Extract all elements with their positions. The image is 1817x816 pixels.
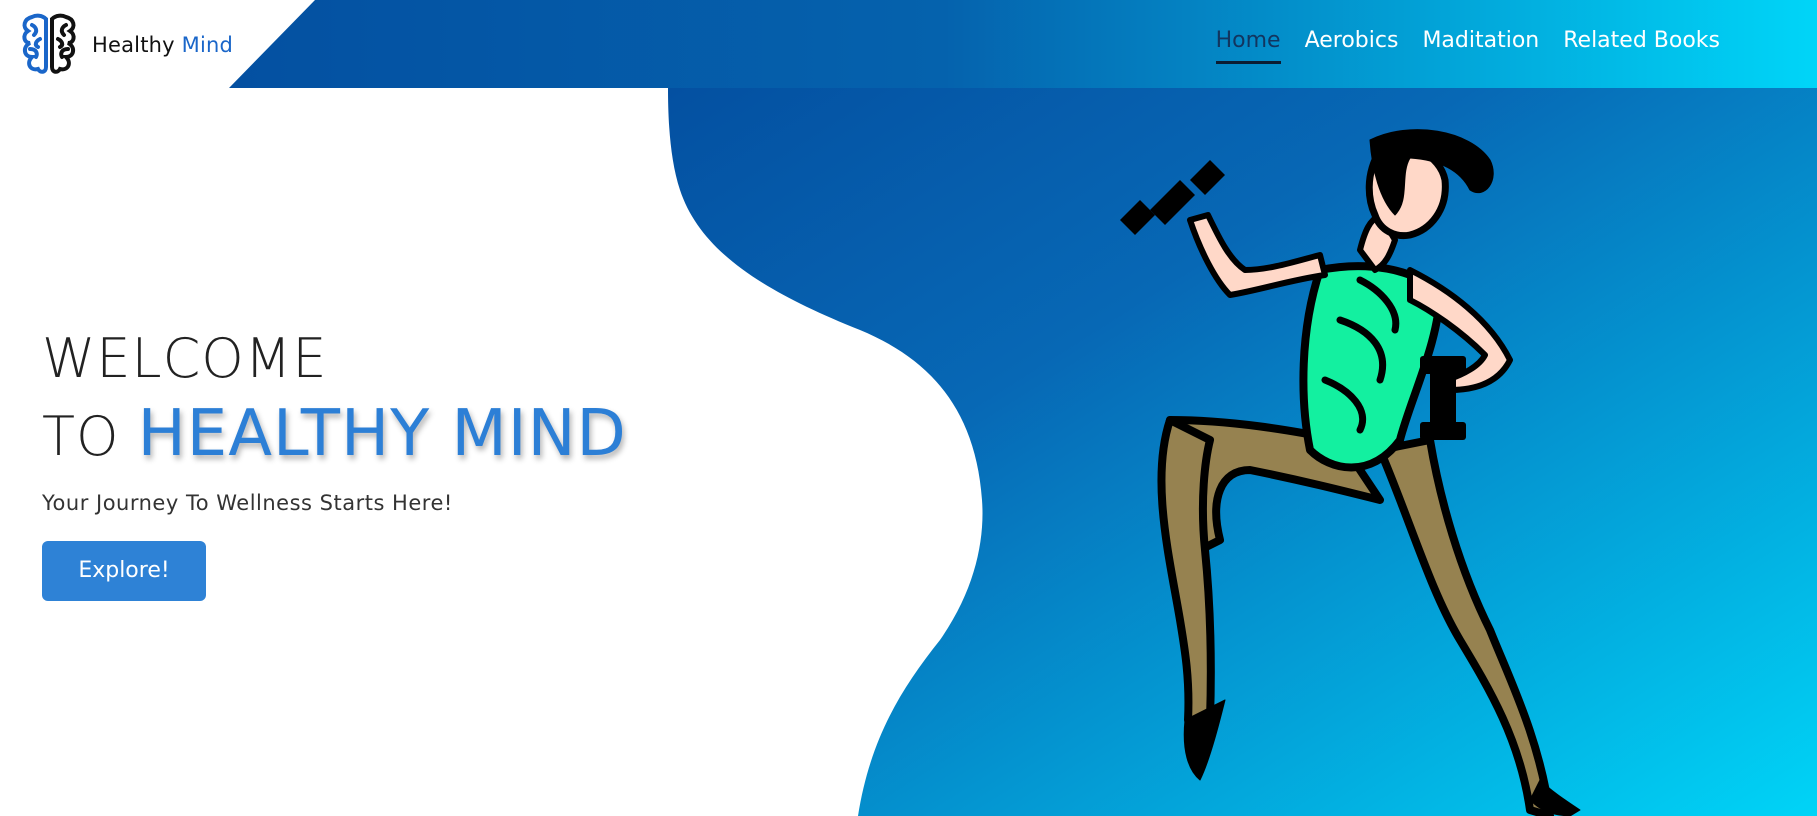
explore-button[interactable]: Explore! (42, 541, 206, 601)
hero-section: WELCOME TO HEALTHY MIND Your Journey To … (42, 324, 627, 601)
hero-title-highlight: HEALTHY MIND (137, 397, 627, 471)
brain-icon (22, 13, 76, 74)
main-nav: Home Aerobics Maditation Related Books (1215, 28, 1720, 64)
hero-title: TO HEALTHY MIND (42, 394, 627, 477)
nav-home[interactable]: Home (1215, 28, 1281, 64)
nav-aerobics[interactable]: Aerobics (1305, 28, 1399, 64)
brand-name-part1: Healthy (92, 33, 182, 57)
brand-name-part2: Mind (181, 33, 234, 57)
brand-logo[interactable]: Healthy Mind (18, 10, 233, 80)
nav-maditation[interactable]: Maditation (1422, 28, 1539, 64)
hero-title-prefix: TO (42, 405, 138, 468)
hero-tagline: Your Journey To Wellness Starts Here! (42, 491, 453, 515)
woman-exercising-icon (1120, 129, 1581, 816)
nav-related-books[interactable]: Related Books (1563, 28, 1720, 64)
brand-name: Healthy Mind (92, 33, 233, 57)
hero-welcome: WELCOME (42, 327, 328, 390)
